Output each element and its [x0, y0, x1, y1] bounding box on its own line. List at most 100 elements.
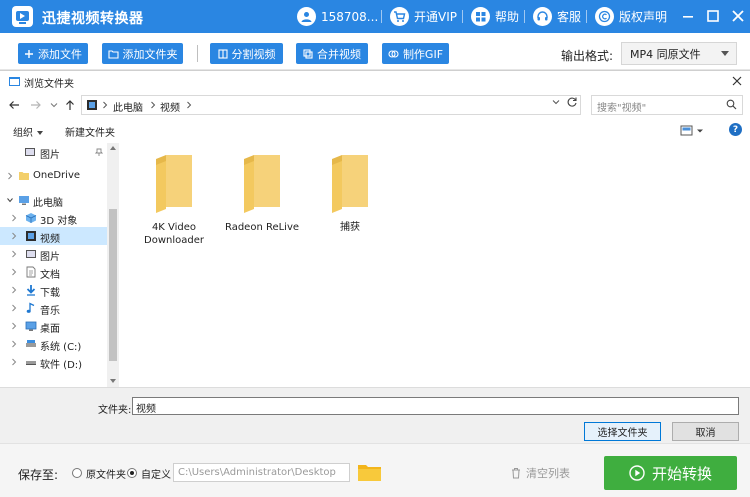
browse-folder-dialog: 浏览文件夹 此电脑 视频 搜索"视频" 组织 新建文件夹 ? 图片 OneDri… — [0, 70, 750, 444]
drive-c-icon — [26, 340, 36, 347]
chevron-right-icon — [12, 286, 17, 294]
search-input[interactable]: 搜索"视频" — [591, 95, 743, 115]
cart-icon — [390, 7, 409, 26]
pictures-icon — [25, 148, 35, 156]
folder-item[interactable]: Radeon ReLive — [222, 151, 302, 251]
nav-item-desktop[interactable]: 桌面 — [0, 317, 107, 335]
close-button[interactable] — [730, 8, 746, 24]
vip-label: 开通VIP — [414, 10, 457, 24]
nav-scrollbar[interactable] — [107, 143, 119, 387]
copyright-button[interactable]: 版权声明 — [595, 6, 667, 27]
cancel-button[interactable]: 取消 — [672, 422, 739, 441]
minimize-icon — [683, 16, 693, 18]
minimize-button[interactable] — [680, 8, 696, 24]
split-video-button[interactable]: 分割视频 — [210, 43, 283, 64]
service-button[interactable]: 客服 — [533, 6, 581, 27]
chevron-right-icon — [12, 340, 17, 348]
user-icon — [297, 7, 316, 26]
folder-icon — [332, 155, 368, 213]
trash-icon — [512, 468, 520, 479]
title-separator — [462, 10, 463, 23]
help-button[interactable]: 帮助 — [471, 6, 519, 27]
nav-item-downloads[interactable]: 下载 — [0, 281, 107, 299]
address-history-dropdown[interactable] — [552, 98, 560, 106]
arrow-right-icon — [31, 101, 41, 109]
scroll-up-icon[interactable] — [110, 146, 116, 150]
scroll-down-icon[interactable] — [110, 379, 116, 383]
breadcrumb-this-pc[interactable]: 此电脑 — [113, 99, 143, 114]
browse-folder-button[interactable] — [357, 462, 382, 482]
organize-menu[interactable]: 组织 — [13, 124, 43, 139]
chevron-right-icon — [8, 172, 13, 180]
help-label: 帮助 — [495, 10, 520, 24]
search-placeholder: 搜索"视频" — [597, 103, 647, 114]
folder-item[interactable]: 捕获 — [310, 151, 390, 251]
nav-item-drive-d[interactable]: 软件 (D:) — [0, 353, 107, 371]
nav-item-onedrive[interactable]: OneDrive — [0, 167, 107, 185]
title-separator — [586, 10, 587, 23]
maximize-icon — [707, 10, 719, 22]
copyright-icon — [595, 7, 614, 26]
select-folder-button[interactable]: 选择文件夹 — [584, 422, 661, 441]
breadcrumb-videos[interactable]: 视频 — [160, 99, 180, 114]
forward-button[interactable] — [30, 99, 42, 111]
music-icon — [26, 302, 35, 313]
chevron-right-icon — [12, 214, 17, 222]
nav-item-3d-objects[interactable]: 3D 对象 — [0, 209, 107, 227]
add-file-button[interactable]: 添加文件 — [18, 43, 88, 64]
radio-source-folder-label[interactable]: 原文件夹 — [86, 466, 126, 481]
folder-item[interactable]: 4K Video Downloader — [134, 151, 214, 251]
vip-button[interactable]: 开通VIP — [390, 6, 457, 27]
folder-input[interactable]: 视频 — [132, 397, 739, 415]
dialog-help-button[interactable]: ? — [729, 123, 742, 136]
start-convert-button[interactable]: 开始转换 — [604, 456, 737, 490]
nav-item-music[interactable]: 音乐 — [0, 299, 107, 317]
navigation-pane: 图片 OneDrive 此电脑 3D 对象 视频 图片 文档 下载 音乐 桌面 … — [0, 143, 120, 387]
chevron-right-icon — [12, 268, 17, 276]
clear-list-button[interactable]: 清空列表 — [510, 465, 570, 481]
scroll-thumb[interactable] — [109, 209, 117, 361]
nav-item-drive-c[interactable]: 系统 (C:) — [0, 335, 107, 353]
radio-source-folder[interactable] — [72, 468, 82, 478]
add-folder-button[interactable]: 添加文件夹 — [102, 43, 183, 64]
desktop-icon — [25, 321, 37, 331]
chevron-down-icon — [50, 103, 58, 108]
nav-item-this-pc[interactable]: 此电脑 — [0, 191, 107, 209]
merge-video-button[interactable]: 合并视频 — [296, 43, 368, 64]
recent-dropdown[interactable] — [50, 101, 58, 109]
grid-icon — [471, 7, 490, 26]
nav-item-pictures[interactable]: 图片 — [0, 245, 107, 263]
dialog-close-button[interactable] — [730, 74, 744, 88]
user-account-button[interactable]: 158708... — [297, 6, 378, 27]
nav-item-documents[interactable]: 文档 — [0, 263, 107, 281]
arrow-up-icon — [66, 100, 74, 110]
maximize-button[interactable] — [705, 8, 721, 24]
up-button[interactable] — [64, 99, 76, 111]
back-button[interactable] — [8, 99, 20, 111]
make-gif-button[interactable]: 制作GIF — [382, 43, 449, 64]
nav-item-quick-pictures[interactable]: 图片 — [0, 143, 107, 161]
save-path-input[interactable]: C:\Users\Administrator\Desktop — [173, 463, 350, 482]
drive-d-icon — [26, 361, 36, 365]
toolbar-separator — [197, 45, 198, 62]
chevron-down-icon — [7, 198, 13, 203]
nav-item-videos[interactable]: 视频 — [0, 227, 107, 245]
address-box[interactable]: 此电脑 视频 — [81, 95, 581, 115]
view-options-button[interactable] — [680, 125, 704, 137]
title-separator — [381, 10, 382, 23]
refresh-icon — [567, 97, 577, 107]
close-icon — [732, 10, 744, 22]
output-format-select[interactable]: MP4 同原文件 — [621, 42, 737, 65]
3d-objects-icon — [25, 213, 37, 223]
address-bar: 此电脑 视频 搜索"视频" — [0, 92, 750, 118]
user-name: 158708... — [321, 9, 379, 24]
output-format-label: 输出格式: — [561, 49, 614, 63]
title-bar: 迅捷视频转换器 158708... 开通VIP 帮助 客服 版权声明 — [0, 0, 750, 33]
chevron-down-icon — [721, 51, 729, 56]
new-folder-button[interactable]: 新建文件夹 — [65, 124, 115, 139]
radio-custom-label[interactable]: 自定义 — [141, 466, 171, 481]
refresh-button[interactable] — [566, 96, 578, 108]
chevron-right-icon — [187, 101, 192, 109]
radio-custom[interactable] — [127, 468, 137, 478]
chevron-right-icon — [12, 250, 17, 258]
